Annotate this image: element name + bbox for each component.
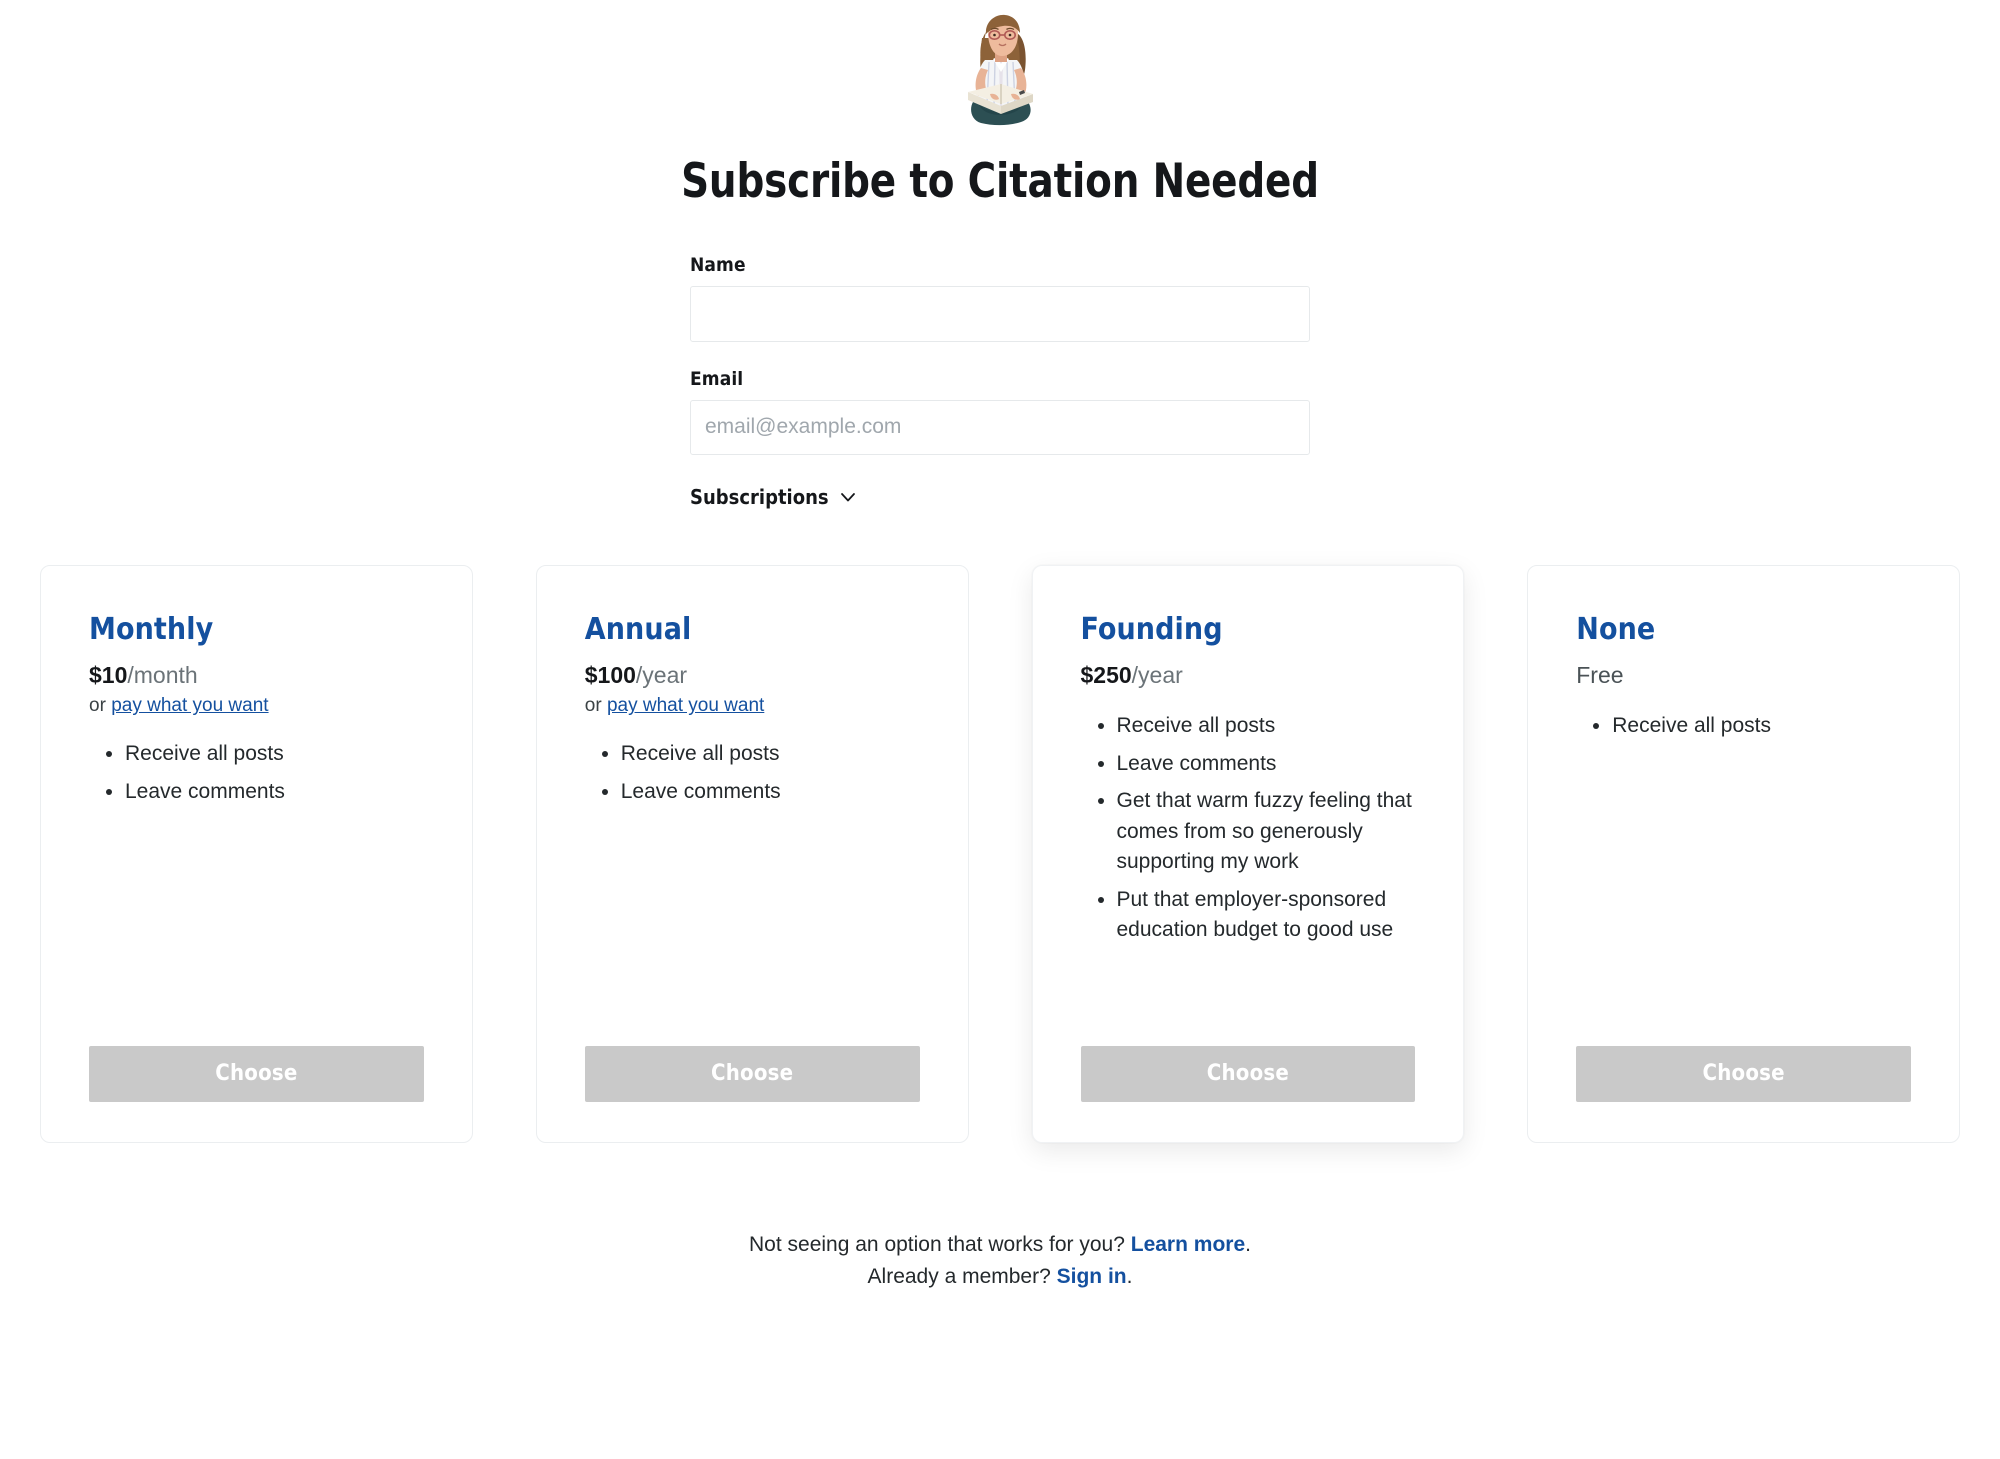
footer-line-learn-more: Not seeing an option that works for you?…	[0, 1229, 2000, 1262]
name-field-group: Name	[690, 254, 1310, 342]
tier-benefits: Receive all posts Leave comments	[585, 739, 920, 814]
pay-what-you-want: or pay what you want	[89, 695, 424, 717]
email-field-group: Email	[690, 368, 1310, 455]
subscribe-form: Name Email Subscriptions	[690, 254, 1310, 509]
tier-price: Free	[1576, 661, 1624, 688]
chevron-down-icon	[840, 492, 855, 502]
page-header: Subscribe to Citation Needed	[0, 0, 2000, 208]
tier-price-period: /month	[127, 661, 198, 688]
tier-list: Monthly $10/month or pay what you want R…	[0, 564, 2000, 1143]
tier-price: $100/year	[585, 661, 920, 690]
email-label: Email	[690, 367, 744, 390]
name-input[interactable]	[690, 285, 1310, 342]
reading-woman-avatar-icon	[968, 14, 1033, 126]
pwyw-prefix: or	[89, 695, 112, 717]
tier-benefit: Receive all posts	[1117, 711, 1416, 741]
footer-line-sign-in: Already a member? Sign in.	[0, 1261, 2000, 1294]
tier-name: Founding	[1080, 611, 1223, 647]
tier-benefit: Leave comments	[1117, 749, 1416, 779]
footer-period: .	[1126, 1265, 1133, 1289]
choose-button[interactable]: Choose	[584, 1045, 920, 1102]
subscriptions-toggle-label: Subscriptions	[690, 484, 829, 509]
tier-name: Monthly	[89, 611, 214, 647]
tier-name: None	[1576, 611, 1656, 647]
tier-benefits: Receive all posts Leave comments	[89, 739, 424, 814]
tier-benefit: Receive all posts	[1612, 711, 1911, 741]
name-label: Name	[690, 253, 746, 276]
tier-price-period: /year	[635, 661, 688, 688]
tier-benefit: Receive all posts	[125, 739, 424, 769]
choose-button[interactable]: Choose	[1080, 1045, 1416, 1102]
pwyw-prefix: or	[584, 695, 607, 717]
tier-card-monthly[interactable]: Monthly $10/month or pay what you want R…	[40, 564, 473, 1143]
tier-benefit: Put that employer-sponsored education bu…	[1117, 885, 1416, 946]
tier-price-period: /year	[1131, 661, 1183, 688]
subscribe-page: Subscribe to Citation Needed Name Email …	[0, 0, 2000, 1459]
choose-button[interactable]: Choose	[89, 1045, 424, 1102]
tier-card-annual[interactable]: Annual $100/year or pay what you want Re…	[535, 564, 969, 1143]
tier-benefit: Get that warm fuzzy feeling that comes f…	[1117, 786, 1416, 877]
tier-price: $10/month	[89, 661, 424, 690]
pay-what-you-want: or pay what you want	[585, 695, 920, 717]
tier-price: $250/year	[1081, 661, 1416, 690]
tier-benefit: Leave comments	[125, 777, 424, 807]
tier-benefit: Leave comments	[621, 777, 920, 807]
tier-price-amount: $250	[1080, 661, 1132, 688]
pay-what-you-want-link[interactable]: pay what you want	[607, 695, 764, 716]
tier-benefit: Receive all posts	[621, 739, 920, 769]
tier-benefits: Receive all posts Leave comments Get tha…	[1081, 711, 1416, 952]
page-footer: Not seeing an option that works for you?…	[0, 1229, 2000, 1294]
choose-button[interactable]: Choose	[1576, 1045, 1911, 1102]
footer-period: .	[1245, 1232, 1251, 1256]
subscriptions-toggle[interactable]: Subscriptions	[690, 485, 858, 509]
footer-text: Already a member?	[867, 1265, 1057, 1289]
tier-benefits: Receive all posts	[1576, 711, 1911, 748]
email-input[interactable]	[690, 399, 1310, 455]
footer-text: Not seeing an option that works for you?	[749, 1232, 1131, 1256]
tier-name: Annual	[584, 611, 692, 647]
sign-in-link[interactable]: Sign in	[1057, 1265, 1127, 1288]
tier-price-amount: $10	[89, 661, 128, 688]
pay-what-you-want-link[interactable]: pay what you want	[111, 695, 268, 716]
tier-card-none[interactable]: None Free Receive all posts Choose	[1527, 564, 1960, 1143]
tier-card-founding[interactable]: Founding $250/year Receive all posts Lea…	[1031, 564, 1465, 1143]
tier-price-amount: $100	[584, 661, 636, 688]
page-title: Subscribe to Citation Needed	[681, 154, 1319, 209]
learn-more-link[interactable]: Learn more	[1131, 1233, 1245, 1256]
